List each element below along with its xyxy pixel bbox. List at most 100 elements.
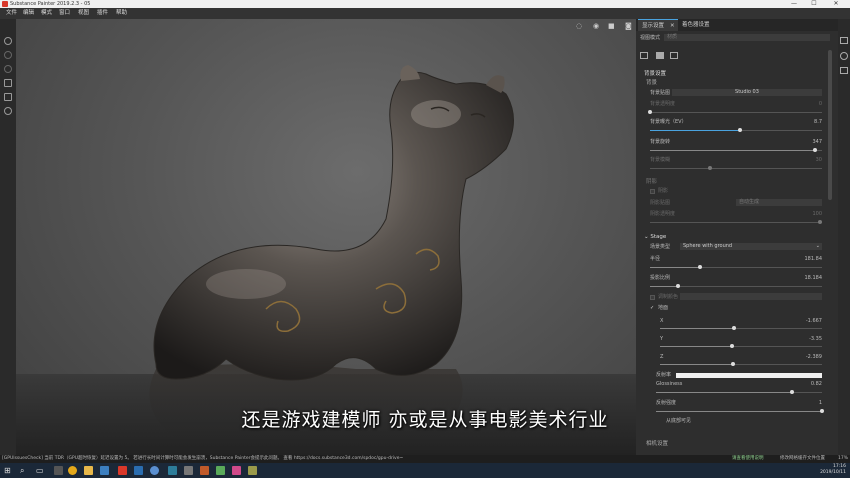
projection-icon[interactable]: [4, 65, 12, 73]
ground-ratio-value: 18.184: [804, 275, 823, 281]
bg-blur-slider[interactable]: [650, 166, 822, 170]
specular-highlight: [411, 100, 461, 128]
viewport-camera-mode-icon[interactable]: ◉: [593, 22, 599, 32]
bg-opacity-value: 0: [818, 101, 822, 107]
tint-color-swatch[interactable]: [680, 293, 822, 300]
glossiness-label: Glossiness: [656, 381, 683, 387]
section-camera-settings[interactable]: 相机设置: [646, 439, 668, 447]
y-value: -3.35: [809, 336, 822, 342]
z-slider[interactable]: [660, 362, 822, 366]
status-bar: [GPUIssuesCheck] 当前 TDR（GPU超时恢复）延迟设置为 5。…: [0, 455, 850, 463]
bg-blur-value: 30: [815, 157, 822, 163]
group-background[interactable]: 背景: [646, 78, 657, 86]
stage-type-label: 场景类型: [650, 244, 671, 250]
maximize-button[interactable]: ☐: [806, 0, 822, 8]
menu-help[interactable]: 帮助: [116, 8, 127, 19]
albedo-color-swatch[interactable]: [676, 373, 822, 378]
app-icon[interactable]: [184, 466, 193, 475]
texture-set-icon[interactable]: [4, 93, 12, 101]
group-stage[interactable]: ⌄ Stage: [644, 234, 666, 240]
chevron-down-icon: ⌄: [815, 243, 820, 249]
bg-map-field[interactable]: Studio 03: [672, 89, 822, 96]
viewport-screenshot-icon[interactable]: ◙: [625, 22, 632, 32]
shadow-map-field[interactable]: 自动生成: [736, 199, 822, 206]
ground-ratio-label: 投影比例: [650, 275, 671, 281]
eraser-icon[interactable]: [4, 51, 12, 59]
film-icon[interactable]: [670, 52, 678, 59]
app-icon[interactable]: [248, 466, 257, 475]
menu-edit[interactable]: 编辑: [23, 8, 34, 19]
folder-icon[interactable]: [84, 466, 93, 475]
app-icon[interactable]: [200, 466, 209, 475]
status-cache[interactable]: 修改网格缓存文件位置: [780, 455, 825, 463]
floor-label: 地面: [658, 305, 669, 311]
app-icon[interactable]: [150, 466, 159, 475]
bg-rotation-slider[interactable]: [650, 148, 822, 152]
task-view-icon[interactable]: ▭: [36, 463, 44, 478]
creature-ear: [400, 65, 420, 81]
system-clock[interactable]: 17:16 2019/10/11: [820, 464, 846, 476]
status-info[interactable]: 请查看使用说明: [732, 455, 764, 463]
windows-start-icon[interactable]: ⊞: [4, 463, 11, 478]
chevron-down-icon: ⌄: [644, 234, 649, 240]
tab-shader-settings[interactable]: 着色器设置: [682, 19, 722, 31]
z-label: Z: [660, 354, 664, 360]
bg-opacity-row: 背景透明度 0: [636, 100, 836, 109]
y-slider[interactable]: [660, 344, 822, 348]
app-icon[interactable]: [100, 466, 109, 475]
x-slider[interactable]: [660, 326, 822, 330]
panel-scrollbar[interactable]: [828, 50, 832, 200]
ground-ratio-slider[interactable]: [650, 284, 822, 288]
clock-date: 2019/10/11: [820, 470, 846, 475]
image-icon[interactable]: [640, 52, 648, 59]
app-icon[interactable]: [54, 466, 63, 475]
specular-highlight: [206, 269, 286, 299]
tab-close-icon[interactable]: ✕: [670, 20, 675, 32]
search-icon[interactable]: [840, 52, 848, 60]
group-shadow[interactable]: 阴影: [646, 177, 657, 185]
status-percent: 17%: [838, 456, 849, 461]
bg-opacity-label: 背景透明度: [650, 101, 676, 107]
radius-slider[interactable]: [650, 265, 822, 269]
close-button[interactable]: ✕: [828, 0, 844, 8]
app-icon: [2, 1, 8, 7]
app-icon[interactable]: [216, 466, 225, 475]
settings-icon[interactable]: [4, 107, 12, 115]
3d-viewport[interactable]: ◌ ◉ ■ ◙: [16, 19, 636, 455]
minimize-button[interactable]: —: [786, 0, 802, 8]
menu-file[interactable]: 文件: [6, 8, 17, 19]
menu-window[interactable]: 窗口: [59, 8, 70, 19]
bg-blur-label: 背景模糊: [650, 157, 671, 163]
properties-icon[interactable]: [840, 67, 848, 74]
bg-opacity-slider[interactable]: [648, 110, 822, 114]
shadow-label: 阴影: [658, 188, 669, 194]
layers-icon[interactable]: [4, 79, 12, 87]
tab-display-settings[interactable]: 显示设置 ✕: [638, 19, 678, 31]
app-icon[interactable]: [134, 466, 143, 475]
checkmark-icon[interactable]: ✓: [650, 304, 654, 313]
menu-view[interactable]: 视图: [78, 8, 89, 19]
bg-exposure-row: 背景曝光（EV） 8.7: [636, 118, 836, 127]
search-icon[interactable]: ⌕: [20, 463, 24, 478]
viewport-selection-icon[interactable]: ◌: [576, 22, 582, 32]
shadow-map-value: 自动生成: [739, 199, 760, 205]
layers-icon[interactable]: [840, 37, 848, 44]
shadow-opacity-slider[interactable]: [650, 220, 822, 224]
stage-type-select[interactable]: Sphere with ground ⌄: [680, 243, 822, 250]
camera-icon[interactable]: [656, 52, 664, 59]
menu-plugins[interactable]: 插件: [97, 8, 108, 19]
chrome-icon[interactable]: [68, 466, 77, 475]
bg-exposure-slider[interactable]: [650, 128, 822, 132]
viewport-camera-icon[interactable]: ■: [608, 22, 615, 32]
photoshop-icon[interactable]: [168, 466, 177, 475]
glossiness-slider[interactable]: [656, 390, 822, 394]
section-background-settings: 背景设置: [644, 71, 667, 77]
radius-label: 半径: [650, 256, 661, 262]
app-icon[interactable]: [232, 466, 241, 475]
view-mode-select[interactable]: 材质: [664, 34, 830, 41]
paint-brush-icon[interactable]: [4, 37, 12, 45]
title-bar: Substance Painter 2019.2.3 - 05 — ☐ ✕: [0, 0, 850, 8]
substance-painter-icon[interactable]: [118, 466, 127, 475]
menu-mode[interactable]: 模式: [41, 8, 52, 19]
shadow-opacity-label: 阴影透明度: [650, 211, 676, 217]
